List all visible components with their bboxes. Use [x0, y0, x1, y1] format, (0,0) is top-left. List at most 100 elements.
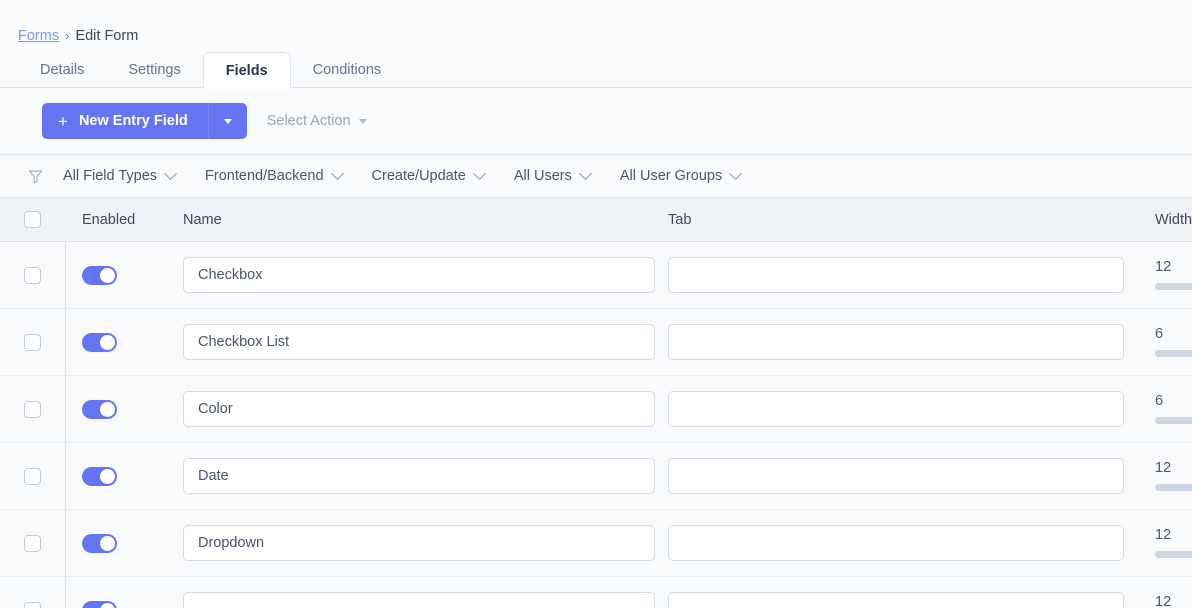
chevron-down-icon	[578, 166, 592, 180]
width-value: 12	[1155, 259, 1172, 276]
row-name-cell	[163, 525, 666, 561]
table-row: 6	[0, 309, 1192, 376]
select-action-label: Select Action	[266, 113, 351, 129]
table-row: 12	[0, 510, 1192, 577]
column-header-name: Name	[183, 211, 222, 228]
field-name-input[interactable]	[183, 257, 655, 293]
select-all-checkbox[interactable]	[24, 211, 41, 228]
width-value: 6	[1155, 326, 1164, 343]
toggle-knob	[100, 602, 115, 608]
row-tab-cell	[666, 592, 1151, 608]
filter-label: All Users	[513, 168, 572, 184]
funnel-icon	[28, 169, 43, 184]
tab-details[interactable]: Details	[18, 52, 106, 88]
tab-fields[interactable]: Fields	[202, 52, 291, 89]
enabled-toggle[interactable]	[82, 533, 117, 553]
row-width-cell: 12	[1151, 595, 1192, 608]
width-value: 6	[1155, 393, 1164, 410]
field-tab-input[interactable]	[668, 592, 1124, 608]
row-width-cell: 12	[1151, 461, 1192, 491]
field-tab-input[interactable]	[668, 324, 1124, 360]
enabled-toggle[interactable]	[82, 466, 117, 486]
column-header-tab: Tab	[668, 211, 692, 228]
row-name-cell	[163, 391, 666, 427]
width-slider[interactable]	[1155, 349, 1192, 357]
row-enabled-cell	[65, 332, 163, 352]
filter-create-update[interactable]: Create/Update	[371, 166, 486, 184]
filter-all-users[interactable]: All Users	[513, 166, 592, 184]
select-action-dropdown[interactable]: Select Action	[267, 113, 367, 129]
chevron-down-icon	[164, 166, 177, 180]
chevron-down-icon	[358, 118, 367, 124]
enabled-toggle[interactable]	[82, 399, 117, 419]
field-tab-input[interactable]	[668, 257, 1124, 293]
toggle-knob	[100, 267, 115, 283]
width-slider[interactable]	[1155, 282, 1192, 290]
select-all-cell	[0, 211, 65, 228]
fields-table: Enabled Name Tab Width 12 6 6 12 12 12	[0, 198, 1192, 608]
row-enabled-cell	[65, 600, 163, 608]
chevron-down-icon	[472, 166, 486, 180]
width-value: 12	[1155, 594, 1172, 608]
row-name-cell	[163, 324, 666, 360]
row-select-checkbox[interactable]	[24, 534, 41, 552]
field-name-input[interactable]	[183, 391, 655, 427]
field-name-input[interactable]	[183, 458, 655, 494]
row-tab-cell	[666, 391, 1151, 427]
tab-settings[interactable]: Settings	[106, 52, 202, 88]
tab-conditions[interactable]: Conditions	[291, 52, 404, 88]
row-select-cell	[0, 534, 65, 552]
chevron-down-icon	[223, 118, 232, 124]
row-width-cell: 12	[1151, 528, 1192, 558]
filter-label: All Field Types	[63, 168, 158, 184]
toggle-knob	[100, 535, 115, 551]
new-entry-field-button[interactable]: + New Entry Field	[42, 103, 208, 139]
column-header-width: Width	[1155, 211, 1192, 228]
filter-all-field-types[interactable]: All Field Types	[63, 166, 177, 184]
table-row: 12	[0, 577, 1192, 608]
row-width-cell: 12	[1151, 260, 1192, 290]
row-width-cell: 6	[1151, 327, 1192, 357]
new-entry-field-button-group: + New Entry Field	[42, 103, 247, 139]
field-name-input[interactable]	[183, 592, 655, 608]
chevron-down-icon	[330, 166, 344, 180]
toggle-knob	[100, 401, 115, 417]
row-width-cell: 6	[1151, 394, 1192, 424]
new-entry-field-dropdown-button[interactable]	[207, 103, 247, 139]
row-select-checkbox[interactable]	[24, 333, 41, 351]
filter-label: All User Groups	[619, 168, 723, 184]
field-name-input[interactable]	[183, 525, 655, 561]
filter-bar: All Field Types Frontend/Backend Create/…	[0, 154, 1192, 198]
row-select-checkbox[interactable]	[24, 601, 41, 608]
row-select-checkbox[interactable]	[24, 400, 41, 418]
row-enabled-cell	[65, 399, 163, 419]
breadcrumb-separator: ›	[65, 28, 70, 43]
row-select-checkbox[interactable]	[24, 266, 41, 284]
enabled-toggle[interactable]	[82, 265, 117, 285]
row-enabled-cell	[65, 265, 163, 285]
field-name-input[interactable]	[183, 324, 655, 360]
field-tab-input[interactable]	[668, 525, 1124, 561]
width-slider[interactable]	[1155, 483, 1192, 491]
enabled-toggle[interactable]	[82, 332, 117, 352]
table-header-row: Enabled Name Tab Width	[0, 198, 1192, 242]
row-tab-cell	[666, 257, 1151, 293]
filter-frontend-backend[interactable]: Frontend/Backend	[205, 166, 344, 184]
field-tab-input[interactable]	[668, 391, 1124, 427]
filter-label: Create/Update	[371, 168, 466, 184]
row-select-checkbox[interactable]	[24, 467, 41, 485]
breadcrumb-current: Edit Form	[75, 27, 139, 44]
filter-all-user-groups[interactable]: All User Groups	[619, 166, 743, 184]
table-row: 12	[0, 443, 1192, 510]
row-enabled-cell	[65, 533, 163, 553]
width-slider[interactable]	[1155, 550, 1192, 558]
enabled-toggle[interactable]	[82, 600, 117, 608]
row-enabled-cell	[65, 466, 163, 486]
row-select-cell	[0, 266, 65, 284]
chevron-down-icon	[729, 166, 743, 180]
field-tab-input[interactable]	[668, 458, 1124, 494]
filter-label: Frontend/Backend	[205, 168, 324, 184]
width-slider[interactable]	[1155, 416, 1192, 424]
breadcrumb-link-forms[interactable]: Forms	[18, 28, 59, 44]
toggle-knob	[100, 334, 115, 350]
